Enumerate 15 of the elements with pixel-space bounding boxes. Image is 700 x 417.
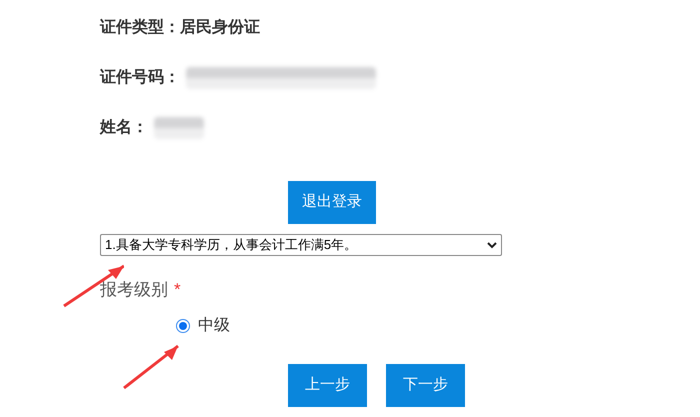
field-label: 报考级别 (100, 279, 168, 302)
required-mark: * (174, 279, 181, 302)
redacted-value (154, 117, 204, 139)
next-step-button[interactable]: 下一步 (386, 364, 465, 407)
radio-button[interactable] (176, 319, 190, 333)
logout-button[interactable]: 退出登录 (288, 181, 376, 224)
field-value: 居民身份证 (180, 18, 260, 38)
previous-step-button[interactable]: 上一步 (288, 364, 367, 407)
field-label: 证件类型： (100, 18, 180, 38)
option-label: 中级 (198, 316, 230, 336)
field-label: 姓名： (100, 118, 148, 138)
qualification-select[interactable]: 1.具备大学专科学历，从事会计工作满5年。 (100, 234, 502, 256)
annotation-arrow (122, 342, 180, 390)
field-label: 证件号码： (100, 68, 180, 88)
chevron-down-icon (487, 241, 497, 249)
